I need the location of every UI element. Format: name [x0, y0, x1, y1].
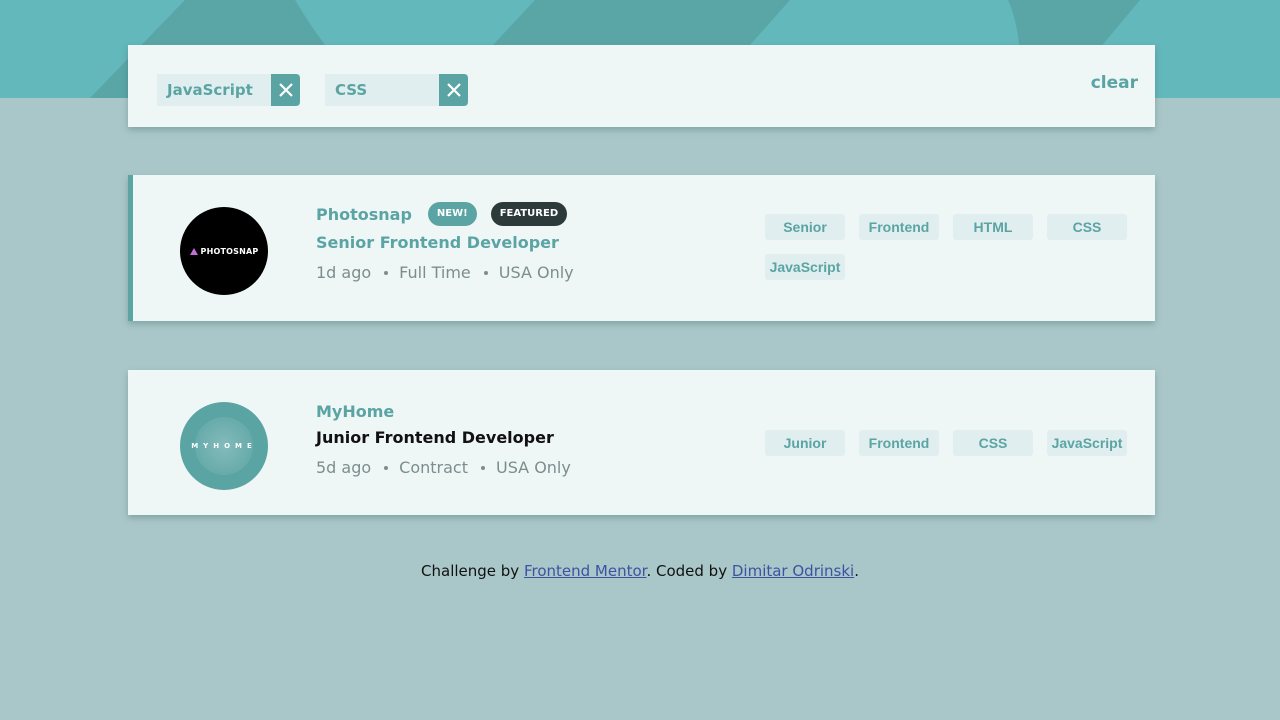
- job-card-photosnap: PHOTOSNAP Photosnap NEW! FEATURED Senior…: [128, 175, 1155, 321]
- separator-dot: [481, 465, 485, 470]
- separator-dot: [483, 270, 488, 275]
- tag-javascript[interactable]: JavaScript: [1047, 430, 1127, 456]
- remove-filter-button[interactable]: [271, 74, 300, 106]
- new-badge: NEW!: [427, 202, 477, 226]
- close-icon: [446, 83, 461, 97]
- tag-senior[interactable]: Senior: [765, 214, 845, 240]
- job-location: USA Only: [498, 263, 574, 282]
- job-location: USA Only: [496, 458, 571, 477]
- remove-filter-button[interactable]: [439, 74, 468, 106]
- filter-chip-label: JavaScript: [167, 81, 253, 99]
- tag-junior[interactable]: Junior: [765, 430, 845, 456]
- job-info: MyHome Junior Frontend Developer 5d ago …: [316, 398, 571, 478]
- filter-chip-css: CSS: [325, 74, 468, 106]
- footer-suffix: .: [854, 562, 859, 580]
- filter-chip-label: CSS: [335, 81, 368, 99]
- logo-text: MYHOME: [191, 442, 257, 450]
- job-card-myhome: MYHOME MyHome Junior Frontend Developer …: [128, 370, 1155, 515]
- company-name: MyHome: [316, 401, 395, 421]
- separator-dot: [384, 270, 389, 275]
- company-logo: MYHOME: [180, 402, 268, 490]
- tag-css[interactable]: CSS: [1047, 214, 1127, 240]
- clear-filters-button[interactable]: clear: [1091, 73, 1138, 93]
- job-info: Photosnap NEW! FEATURED Senior Frontend …: [316, 201, 574, 282]
- filter-bar: JavaScript CSS clear: [128, 45, 1155, 127]
- attribution-footer: Challenge by Frontend Mentor. Coded by D…: [0, 562, 1280, 580]
- job-meta: 5d ago Contract USA Only: [316, 458, 571, 477]
- contract-type: Contract: [399, 458, 468, 477]
- triangle-icon: [189, 247, 198, 255]
- job-position[interactable]: Senior Frontend Developer: [316, 233, 574, 252]
- job-meta: 1d ago Full Time USA Only: [316, 263, 574, 282]
- frontend-mentor-link[interactable]: Frontend Mentor: [524, 562, 647, 580]
- close-icon: [278, 83, 293, 97]
- author-link[interactable]: Dimitar Odrinski: [732, 562, 854, 580]
- footer-prefix: Challenge by: [421, 562, 524, 580]
- separator-dot: [384, 465, 389, 470]
- logo-text: PHOTOSNAP: [200, 246, 259, 256]
- job-position[interactable]: Junior Frontend Developer: [316, 428, 571, 447]
- tag-frontend[interactable]: Frontend: [859, 430, 939, 456]
- posted-at: 1d ago: [316, 263, 372, 282]
- filter-chip-javascript: JavaScript: [157, 74, 300, 106]
- featured-badge: FEATURED: [490, 202, 568, 226]
- tag-javascript[interactable]: JavaScript: [765, 254, 845, 280]
- posted-at: 5d ago: [316, 458, 372, 477]
- company-name: Photosnap: [316, 204, 412, 224]
- contract-type: Full Time: [399, 263, 471, 282]
- footer-middle: . Coded by: [646, 562, 732, 580]
- company-logo: PHOTOSNAP: [180, 207, 268, 295]
- tag-html[interactable]: HTML: [953, 214, 1033, 240]
- tag-frontend[interactable]: Frontend: [859, 214, 939, 240]
- tag-css[interactable]: CSS: [953, 430, 1033, 456]
